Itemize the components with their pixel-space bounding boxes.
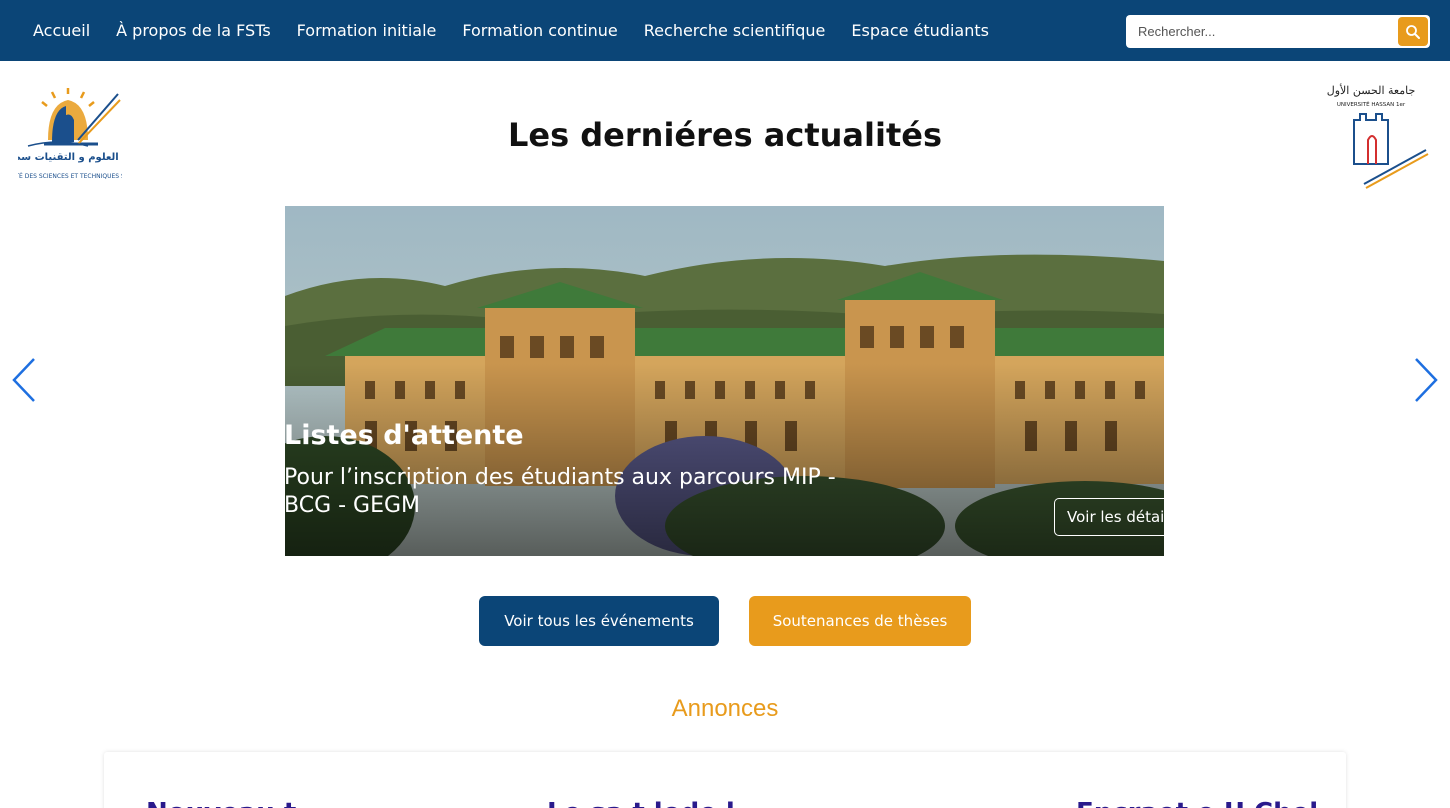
nav-item-accueil[interactable]: Accueil: [20, 21, 103, 40]
announcement-heading[interactable]: Encraet e U Chel: [1076, 798, 1318, 808]
chevron-left-icon: [12, 358, 35, 402]
chevron-right-icon: [1415, 358, 1438, 402]
slider-prev-button[interactable]: [9, 356, 39, 404]
logo-left-french: FACULTÉ DES SCIENCES ET TECHNIQUES SETTA…: [18, 172, 122, 180]
search-icon: [1406, 24, 1420, 39]
search-input[interactable]: [1126, 15, 1396, 48]
slide-details-button[interactable]: Voir les détails: [1054, 498, 1164, 536]
nav-item-a-propos[interactable]: À propos de la FSTs: [103, 21, 284, 40]
announcement-heading[interactable]: Le sa t lode l: [547, 798, 735, 808]
search-button[interactable]: [1398, 17, 1428, 46]
logo-right-arabic: جامعة الحسن الأول: [1327, 83, 1416, 97]
thesis-defenses-button[interactable]: Soutenances de thèses: [749, 596, 971, 646]
all-events-button[interactable]: Voir tous les événements: [479, 596, 719, 646]
nav-item-recherche[interactable]: Recherche scientifique: [631, 21, 839, 40]
news-section-title: Les derniéres actualités: [507, 116, 942, 154]
slide-title: Listes d'attente: [284, 420, 524, 451]
top-navigation-bar: Accueil À propos de la FSTs Formation in…: [0, 0, 1450, 61]
search-box: [1126, 15, 1430, 48]
slide-description: Pour l’inscription des étudiants aux par…: [284, 465, 836, 518]
logo-right-french: UNIVERSITÉ HASSAN 1er: [1337, 100, 1406, 108]
announcements-card: Nouveau t Le sa t lode l Encraet e U Che…: [104, 752, 1346, 808]
announcements-title: Annonces: [671, 695, 779, 722]
nav-item-espace-etudiants[interactable]: Espace étudiants: [838, 21, 1002, 40]
slider-next-button[interactable]: [1411, 356, 1441, 404]
main-menu: Accueil À propos de la FSTs Formation in…: [20, 0, 1002, 61]
nav-item-formation-continue[interactable]: Formation continue: [449, 21, 630, 40]
announcement-heading[interactable]: Nouveau t: [146, 798, 296, 808]
nav-item-formation-initiale[interactable]: Formation initiale: [284, 21, 450, 40]
